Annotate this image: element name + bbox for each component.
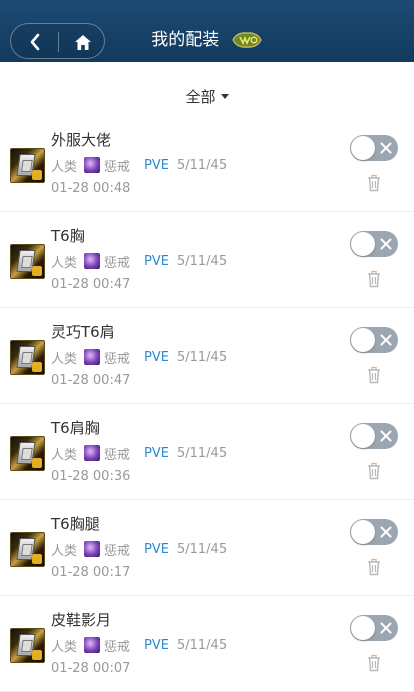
trash-icon[interactable] [366,174,382,192]
retribution-spec-icon [84,253,101,269]
spec-label: 惩戒 [104,159,131,175]
race-label: 人类 [51,543,78,559]
talent-points: 5/11/45 [176,157,228,173]
list-item[interactable]: T6肩胸 人类 惩戒 PVE 5/11/45 01-28 00:36 [0,404,414,500]
loadout-meta: 人类 惩戒 PVE 5/11/45 [51,444,228,463]
talent-points: 5/11/45 [176,445,228,461]
mode-label: PVE [144,157,169,173]
retribution-spec-icon [84,637,101,653]
loadout-name: 外服大佬 [51,131,112,149]
filter-dropdown[interactable]: 全部 [0,86,414,107]
filter-label: 全部 [185,88,216,106]
mode-label: PVE [144,637,169,653]
trash-icon[interactable] [366,558,382,576]
loadout-name: 皮鞋影月 [51,611,112,629]
list-item[interactable]: T6胸腿 人类 惩戒 PVE 5/11/45 01-28 00:17 [0,500,414,596]
toggle-knob [351,232,375,256]
retribution-spec-icon [84,349,101,365]
toggle-switch[interactable] [350,423,398,449]
mode-label: PVE [144,349,169,365]
retribution-spec-icon [84,541,101,557]
close-icon [380,142,392,154]
top-bar: 我的配装 [0,0,414,62]
race-label: 人类 [51,639,78,655]
toggle-knob [351,424,375,448]
timestamp: 01-28 00:48 [51,181,131,196]
timestamp: 01-28 00:47 [51,277,131,292]
loadout-name: T6胸腿 [51,515,100,533]
mode-label: PVE [144,541,169,557]
retribution-spec-icon [84,445,101,461]
race-label: 人类 [51,255,78,271]
spec-label: 惩戒 [104,639,131,655]
toggle-knob [351,520,375,544]
class-avatar-icon [10,244,45,279]
class-avatar-icon [10,436,45,471]
race-label: 人类 [51,159,78,175]
race-label: 人类 [51,351,78,367]
close-icon [380,430,392,442]
trash-icon[interactable] [366,654,382,672]
class-avatar-icon [10,532,45,567]
mode-label: PVE [144,445,169,461]
caret-down-icon [220,94,229,99]
trash-icon[interactable] [366,462,382,480]
timestamp: 01-28 00:17 [51,565,131,580]
spec-label: 惩戒 [104,351,131,367]
loadout-list: 外服大佬 人类 惩戒 PVE 5/11/45 01-28 00:48 T6胸 人… [0,116,414,692]
trash-icon[interactable] [366,366,382,384]
timestamp: 01-28 00:47 [51,373,131,388]
toggle-switch[interactable] [350,231,398,257]
list-item[interactable]: T6胸 人类 惩戒 PVE 5/11/45 01-28 00:47 [0,212,414,308]
retribution-spec-icon [84,157,101,173]
class-avatar-icon [10,628,45,663]
spec-label: 惩戒 [104,543,131,559]
mode-label: PVE [144,253,169,269]
loadout-meta: 人类 惩戒 PVE 5/11/45 [51,348,228,367]
list-item[interactable]: 皮鞋影月 人类 惩戒 PVE 5/11/45 01-28 00:07 [0,596,414,692]
toggle-switch[interactable] [350,615,398,641]
class-avatar-icon [10,148,45,183]
loadout-meta: 人类 惩戒 PVE 5/11/45 [51,156,228,175]
loadout-name: T6胸 [51,227,85,245]
timestamp: 01-28 00:36 [51,469,131,484]
close-icon [380,334,392,346]
page-title-wrap: 我的配装 [0,28,414,52]
close-icon [380,238,392,250]
loadout-name: T6肩胸 [51,419,100,437]
toggle-knob [351,136,375,160]
race-label: 人类 [51,447,78,463]
loadout-meta: 人类 惩戒 PVE 5/11/45 [51,252,228,271]
close-icon [380,526,392,538]
wow-classic-logo-icon [232,32,262,48]
close-icon [380,622,392,634]
toggle-switch[interactable] [350,327,398,353]
class-avatar-icon [10,340,45,375]
talent-points: 5/11/45 [176,349,228,365]
trash-icon[interactable] [366,270,382,288]
list-item[interactable]: 外服大佬 人类 惩戒 PVE 5/11/45 01-28 00:48 [0,116,414,212]
toggle-switch[interactable] [350,135,398,161]
timestamp: 01-28 00:07 [51,661,131,676]
talent-points: 5/11/45 [176,637,228,653]
loadout-meta: 人类 惩戒 PVE 5/11/45 [51,636,228,655]
toggle-switch[interactable] [350,519,398,545]
page-title: 我的配装 [151,30,220,50]
talent-points: 5/11/45 [176,253,228,269]
loadout-meta: 人类 惩戒 PVE 5/11/45 [51,540,228,559]
spec-label: 惩戒 [104,447,131,463]
spec-label: 惩戒 [104,255,131,271]
talent-points: 5/11/45 [176,541,228,557]
toggle-knob [351,616,375,640]
loadout-name: 灵巧T6肩 [51,323,115,341]
toggle-knob [351,328,375,352]
list-item[interactable]: 灵巧T6肩 人类 惩戒 PVE 5/11/45 01-28 00:47 [0,308,414,404]
